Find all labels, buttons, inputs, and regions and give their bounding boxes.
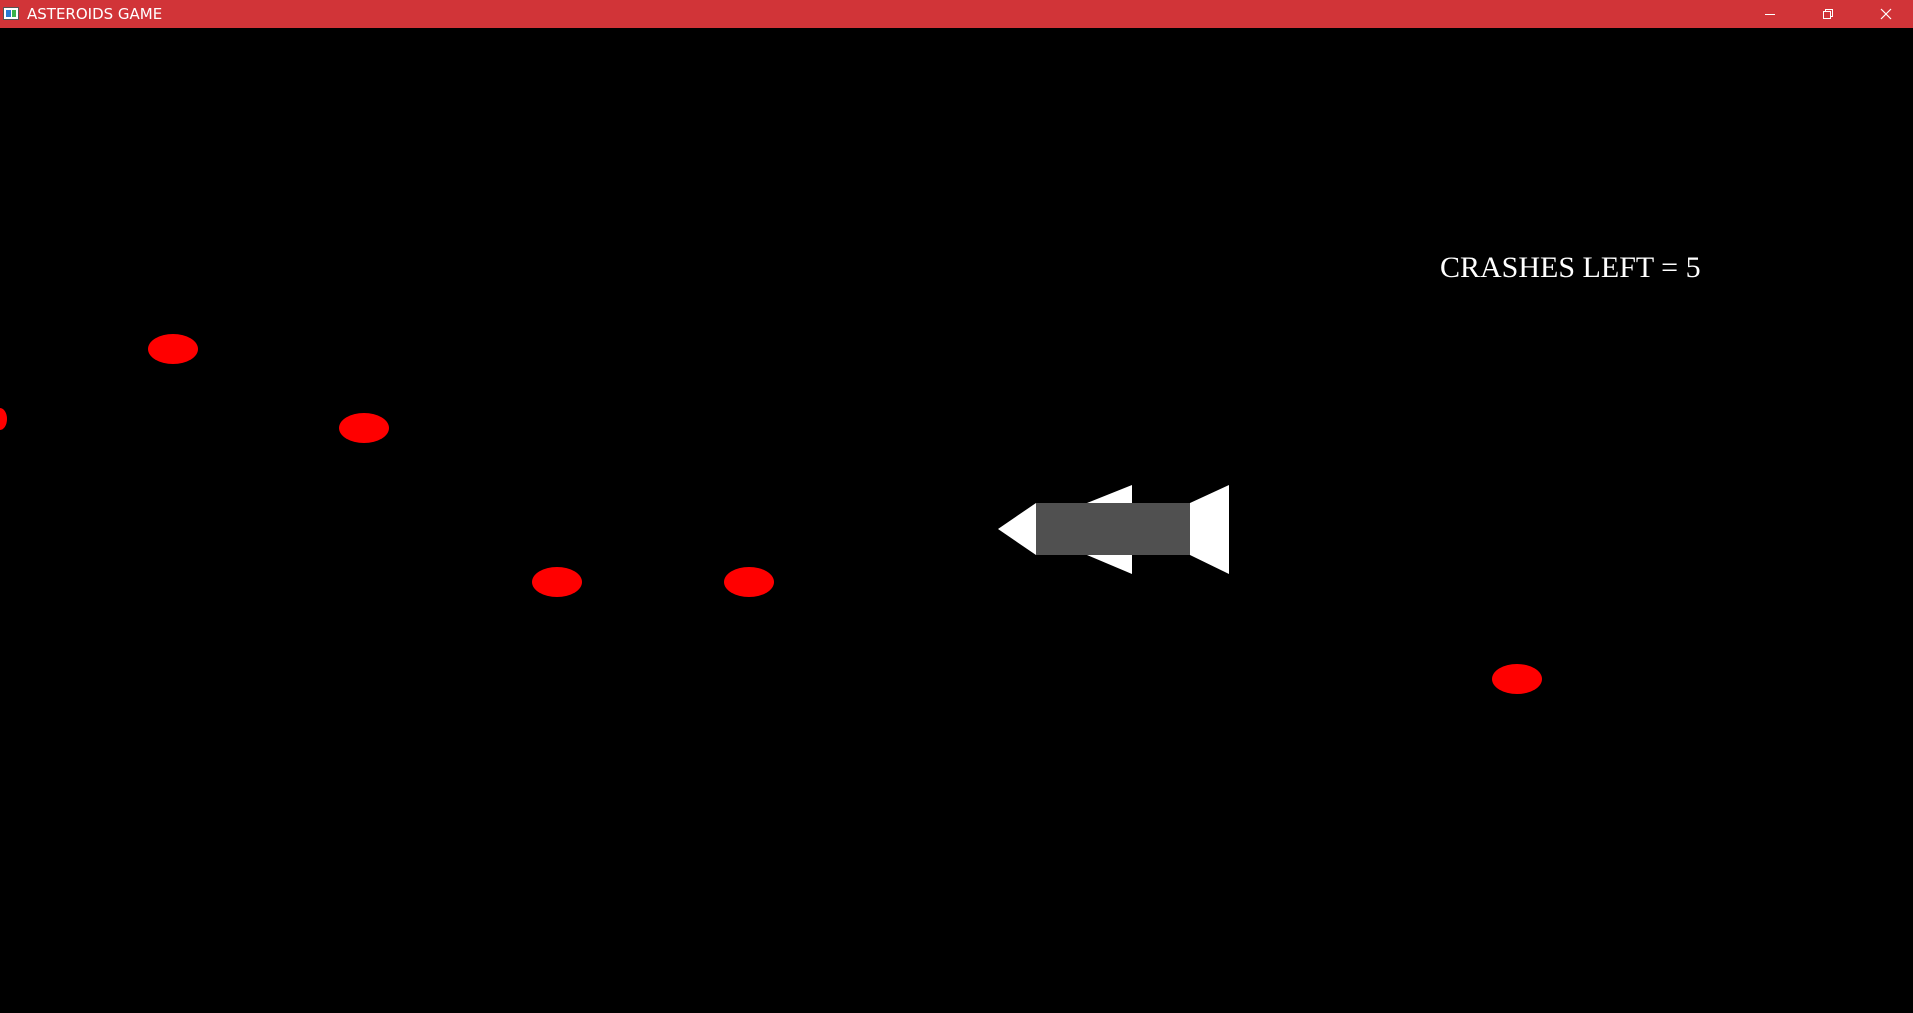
close-icon <box>1880 8 1892 20</box>
close-button[interactable] <box>1857 0 1913 28</box>
ship-body <box>1036 503 1190 555</box>
asteroid <box>1492 664 1542 694</box>
crashes-left-counter: CRASHES LEFT = 5 <box>1440 251 1701 284</box>
game-scene <box>0 334 1542 694</box>
window-title: ASTEROIDS GAME <box>27 5 163 23</box>
game-canvas[interactable]: CRASHES LEFT = 5 <box>0 28 1913 1013</box>
restore-button[interactable] <box>1799 0 1857 28</box>
title-bar[interactable]: ASTEROIDS GAME <box>0 0 1913 28</box>
minimize-icon <box>1765 14 1775 15</box>
asteroid <box>339 413 389 443</box>
restore-icon <box>1823 9 1833 19</box>
app-icon <box>3 7 19 20</box>
spaceship <box>998 485 1229 574</box>
minimize-button[interactable] <box>1741 0 1799 28</box>
ship-front-fin-bottom <box>1087 555 1132 574</box>
game-window: ASTEROIDS GAME CRASHES LEFT = 5 <box>0 0 1913 1013</box>
asteroid <box>148 334 198 364</box>
ship-front-fin-top <box>1087 485 1132 503</box>
asteroid <box>532 567 582 597</box>
ship-tail-fin <box>1190 485 1229 574</box>
asteroid <box>0 408 7 430</box>
asteroid <box>724 567 774 597</box>
ship-nose <box>998 503 1036 555</box>
